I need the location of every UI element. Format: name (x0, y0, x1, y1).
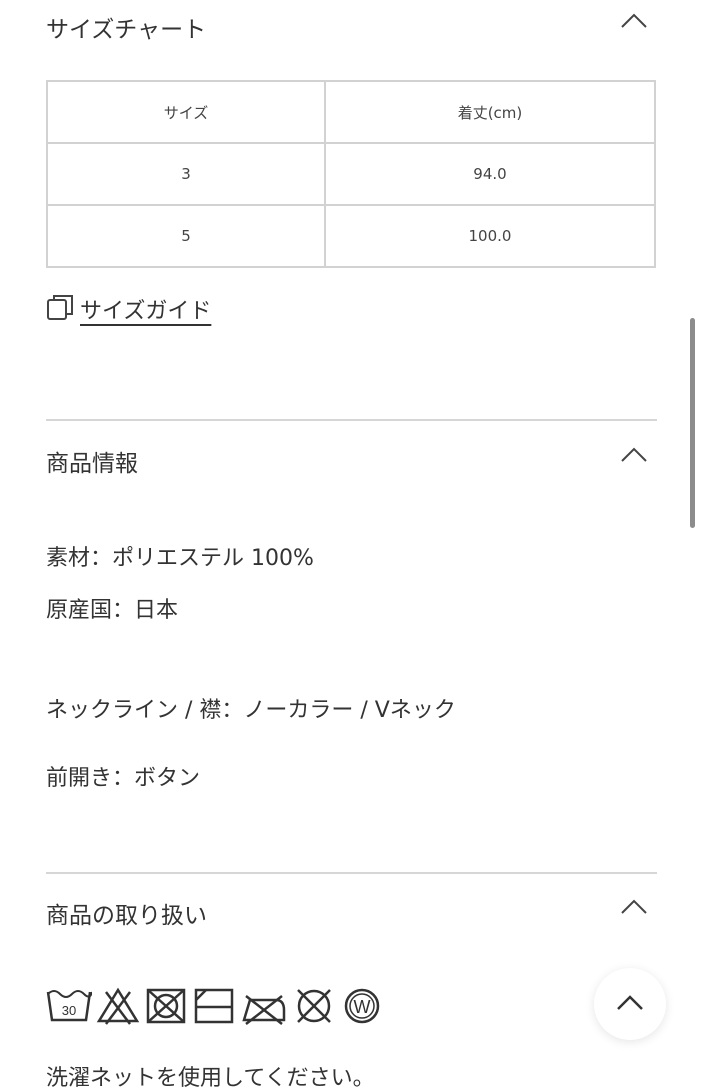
no-bleach-icon (96, 986, 140, 1026)
size-chart-title: サイズチャート (46, 17, 207, 43)
size-cell: 5 (46, 204, 326, 268)
material-text: 素材：ポリエステル 100% (46, 546, 314, 571)
length-cell: 100.0 (324, 204, 656, 268)
section-divider (46, 872, 657, 874)
no-dry-clean-icon (292, 986, 336, 1026)
no-tumble-dry-icon (144, 986, 188, 1026)
size-chart-table: サイズ 着丈(cm) 3 94.0 5 100.0 (46, 80, 656, 268)
chevron-up-icon[interactable] (621, 446, 647, 464)
care-note: 洗濯ネットを使用してください。 (46, 1066, 375, 1091)
wash-temp-label: 30 (62, 1003, 76, 1018)
size-cell: 3 (46, 142, 326, 206)
chevron-up-icon[interactable] (621, 12, 647, 30)
scrollbar-thumb[interactable] (690, 318, 695, 528)
care-icons: 30 W (46, 986, 384, 1026)
product-info-title: 商品情報 (46, 451, 138, 477)
neckline-text: ネックライン / 襟：ノーカラー / Vネック (46, 698, 456, 723)
line-dry-shade-icon (192, 986, 236, 1026)
section-divider (46, 419, 657, 421)
origin-text: 原産国：日本 (46, 598, 179, 623)
size-guide-link[interactable]: サイズガイド (46, 292, 211, 326)
wet-clean-icon: W (340, 986, 384, 1026)
length-cell: 94.0 (324, 142, 656, 206)
wash-30-icon: 30 (46, 986, 93, 1026)
product-info-header[interactable]: 商品情報 (46, 438, 657, 478)
chevron-up-icon[interactable] (621, 898, 647, 916)
table-row: 3 94.0 (46, 142, 656, 206)
care-header[interactable]: 商品の取り扱い (46, 890, 657, 930)
chevron-up-icon (617, 995, 643, 1010)
table-header-row: サイズ 着丈(cm) (46, 80, 656, 144)
column-header-size: サイズ (46, 80, 326, 144)
back-to-top-button[interactable] (594, 968, 666, 1040)
size-chart-header[interactable]: サイズチャート (46, 4, 657, 44)
table-row: 5 100.0 (46, 204, 656, 268)
no-iron-icon (240, 986, 288, 1026)
copy-icon (46, 293, 74, 325)
front-opening-text: 前開き：ボタン (46, 766, 201, 791)
wet-clean-label: W (354, 997, 371, 1017)
column-header-length: 着丈(cm) (324, 80, 656, 144)
size-guide-label[interactable]: サイズガイド (80, 293, 211, 325)
care-title: 商品の取り扱い (46, 903, 207, 929)
